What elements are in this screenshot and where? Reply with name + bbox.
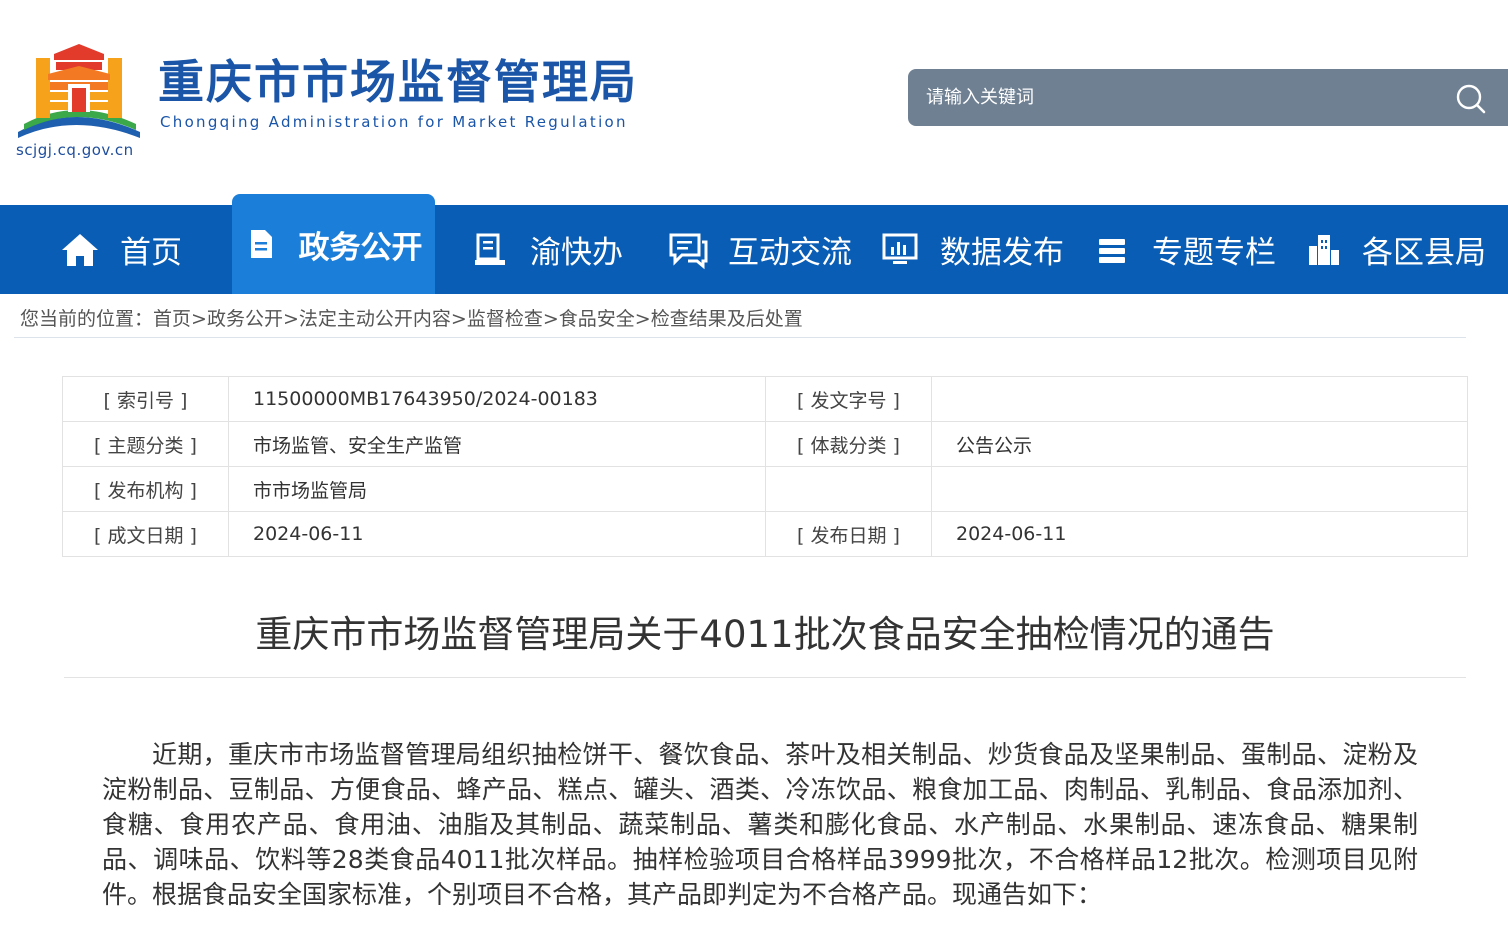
breadcrumb-prefix: 您当前的位置： xyxy=(20,308,154,330)
nav-item-label: 首页 xyxy=(120,235,182,271)
tiananmen-emblem-logo[interactable] xyxy=(14,40,146,142)
table-row: [ 主题分类 ] 市场监管、安全生产监管 [ 体裁分类 ] 公告公示 xyxy=(62,421,1468,467)
breadcrumb-supervision-inspection[interactable]: 监督检查 xyxy=(467,308,543,330)
site-subtitle: Chongqing Administration for Market Regu… xyxy=(160,113,628,131)
monitor-chart-icon xyxy=(882,233,918,264)
site-url: scjgj.cq.gov.cn xyxy=(16,141,134,159)
breadcrumb-separator: > xyxy=(450,308,467,330)
breadcrumb-inspection-results[interactable]: 检查结果及后处置 xyxy=(651,308,803,330)
breadcrumb-divider xyxy=(14,337,1466,338)
home-icon xyxy=(62,233,98,266)
chat-icon xyxy=(669,233,708,269)
nav-item-label: 各区县局 xyxy=(1362,235,1486,271)
title-divider xyxy=(64,677,1466,678)
published-date-value: 2024-06-11 xyxy=(931,511,1468,557)
issuing-org-label: [ 发布机构 ] xyxy=(62,466,229,512)
genre-category-label: [ 体裁分类 ] xyxy=(765,421,932,467)
site-title[interactable]: 重庆市市场监督管理局 xyxy=(158,52,638,112)
table-row: [ 发布机构 ] 市市场监管局 xyxy=(62,466,1468,512)
document-icon xyxy=(250,230,272,258)
article-body: 近期，重庆市市场监督管理局组织抽检饼干、餐饮食品、茶叶及相关制品、炒货食品及坚果… xyxy=(102,740,1418,909)
nav-item-district-bureaus[interactable]: 各区县局 xyxy=(1306,205,1486,294)
breadcrumb-food-safety[interactable]: 食品安全 xyxy=(559,308,635,330)
document-metadata-table: [ 索引号 ] 11500000MB17643950/2024-00183 [ … xyxy=(62,376,1468,557)
created-date-label: [ 成文日期 ] xyxy=(62,511,229,557)
nav-item-government-affairs[interactable]: 政务公开 xyxy=(232,194,435,294)
nav-item-data-release[interactable]: 数据发布 xyxy=(882,205,1064,294)
search-box xyxy=(908,69,1508,126)
nav-item-label: 互动交流 xyxy=(728,235,852,271)
published-date-label: [ 发布日期 ] xyxy=(765,511,932,557)
index-number-value: 11500000MB17643950/2024-00183 xyxy=(228,376,766,422)
breadcrumb-separator: > xyxy=(282,308,299,330)
breadcrumb-separator: > xyxy=(542,308,559,330)
subject-category-value: 市场监管、安全生产监管 xyxy=(228,421,766,467)
nav-item-special-topics[interactable]: 专题专栏 xyxy=(1096,205,1276,294)
nav-item-label: 数据发布 xyxy=(940,235,1064,271)
search-icon[interactable] xyxy=(1454,82,1486,114)
nav-item-label: 专题专栏 xyxy=(1152,235,1276,271)
nav-item-home[interactable]: 首页 xyxy=(60,205,182,294)
table-row: [ 索引号 ] 11500000MB17643950/2024-00183 [ … xyxy=(62,376,1468,422)
breadcrumb-separator: > xyxy=(191,308,207,330)
stamp-icon xyxy=(475,233,505,265)
created-date-value: 2024-06-11 xyxy=(228,511,766,557)
subject-category-label: [ 主题分类 ] xyxy=(62,421,229,467)
breadcrumb-home[interactable]: 首页 xyxy=(153,308,191,330)
stack-icon xyxy=(1099,238,1125,263)
buildings-icon xyxy=(1309,234,1339,265)
document-number-value xyxy=(931,376,1468,422)
document-number-label: [ 发文字号 ] xyxy=(765,376,932,422)
search-input[interactable] xyxy=(926,69,1446,126)
nav-item-label: 渝快办 xyxy=(530,235,623,271)
table-row: [ 成文日期 ] 2024-06-11 [ 发布日期 ] 2024-06-11 xyxy=(62,511,1468,557)
issuing-org-value: 市市场监管局 xyxy=(228,466,766,512)
breadcrumb-statutory-disclosure[interactable]: 法定主动公开内容 xyxy=(299,308,451,330)
breadcrumb-government-affairs[interactable]: 政务公开 xyxy=(207,308,283,330)
nav-item-yukuaiban[interactable]: 渝快办 xyxy=(472,205,623,294)
empty-cell xyxy=(931,466,1468,512)
index-number-label: [ 索引号 ] xyxy=(62,376,229,422)
nav-item-label: 政务公开 xyxy=(298,229,423,266)
breadcrumb: 您当前的位置：首页>政务公开>法定主动公开内容>监督检查>食品安全>检查结果及后… xyxy=(20,304,803,331)
breadcrumb-separator: > xyxy=(634,308,651,330)
article-title: 重庆市市场监督管理局关于4011批次食品安全抽检情况的通告 xyxy=(255,613,1275,656)
genre-category-value: 公告公示 xyxy=(931,421,1468,467)
site-header: scjgj.cq.gov.cn 重庆市市场监督管理局 Chongqing Adm… xyxy=(0,0,1508,205)
main-nav: 首页 政务公开 渝快办 互动交流 数据发布 专题专栏 各区县局 xyxy=(0,194,1508,294)
nav-item-interaction[interactable]: 互动交流 xyxy=(668,205,852,294)
empty-cell xyxy=(765,466,932,512)
